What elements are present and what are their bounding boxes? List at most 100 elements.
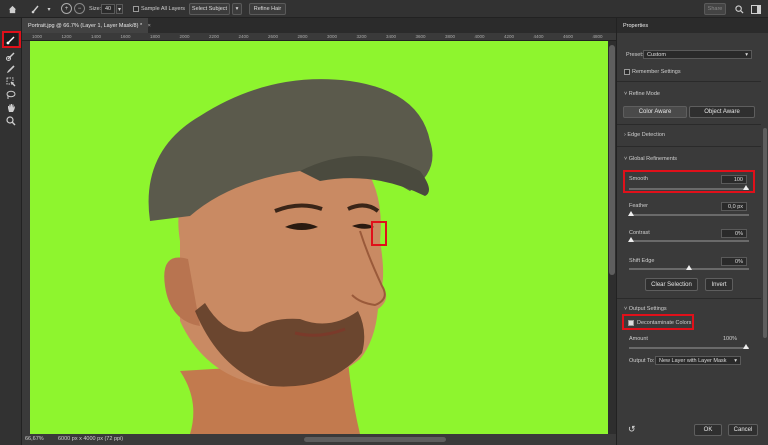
remember-settings-label: Remember Settings [632, 69, 681, 75]
document-tab-title: Portrait.jpg @ 66.7% (Layer 1, Layer Mas… [28, 23, 143, 29]
options-bar: ▾ + − Size: 40 ▾ Sample All Layers Selec… [0, 0, 768, 18]
ruler-tick-label: 4600 [563, 34, 574, 39]
chevron-down-icon: ▾ [745, 51, 748, 58]
preset-select[interactable]: Custom ▾ [643, 50, 752, 59]
document-tab[interactable]: Portrait.jpg @ 66.7% (Layer 1, Layer Mas… [22, 18, 151, 33]
shift-edge-input[interactable]: 0% [721, 257, 747, 266]
output-settings-header-label: Output Settings [628, 306, 667, 312]
scroll-thumb[interactable] [609, 45, 615, 275]
add-to-selection-icon[interactable]: + [61, 3, 72, 14]
edge-detection-header[interactable]: › Edge Detection [624, 132, 665, 138]
document-tab-bar: Portrait.jpg @ 66.7% (Layer 1, Layer Mas… [22, 18, 616, 33]
object-aware-button[interactable]: Object Aware [689, 106, 755, 118]
refine-mode-header-label: Refine Mode [628, 91, 660, 97]
horizontal-scroll-thumb[interactable] [304, 437, 446, 442]
chevron-down-icon: ▾ [734, 357, 737, 364]
vertical-scrollbar[interactable] [608, 41, 616, 434]
ok-button[interactable]: OK [694, 424, 722, 436]
output-to-value: New Layer with Layer Mask [659, 357, 727, 364]
feather-label: Feather [629, 203, 648, 209]
preset-value: Custom [647, 51, 666, 58]
tools-panel [0, 18, 22, 445]
reset-icon[interactable]: ↺ [628, 424, 638, 434]
size-label: Size: [89, 6, 102, 12]
contrast-slider[interactable] [629, 240, 749, 242]
ruler-tick-label: 3000 [327, 34, 338, 39]
ruler-tick-label: 3200 [356, 34, 367, 39]
properties-panel: Properties Preset: Custom ▾ Remember Set… [616, 18, 768, 445]
select-subject-button[interactable]: Select Subject [189, 3, 230, 15]
object-selection-icon[interactable] [4, 75, 18, 88]
ruler-tick-label: 1600 [120, 34, 131, 39]
output-to-select[interactable]: New Layer with Layer Mask ▾ [655, 356, 741, 365]
size-input[interactable]: 40 [101, 4, 115, 14]
ruler-tick-label: 2600 [268, 34, 279, 39]
refine-edge-brush-icon[interactable] [4, 49, 18, 62]
chevron-down-icon[interactable]: ▾ [46, 3, 52, 15]
clear-selection-button[interactable]: Clear Selection [645, 278, 698, 291]
properties-title[interactable]: Properties [623, 23, 648, 29]
properties-tab-bar: Properties [617, 18, 768, 33]
feather-input[interactable]: 0,0 px [721, 202, 747, 211]
zoom-tool-icon[interactable] [4, 114, 18, 127]
ruler-tick-label: 3800 [445, 34, 456, 39]
hand-tool-icon[interactable] [4, 101, 18, 114]
portrait-image [148, 79, 433, 434]
feather-slider[interactable] [629, 214, 749, 216]
ruler-tick-label: 2000 [179, 34, 190, 39]
preset-label: Preset: [626, 52, 644, 58]
section-divider [617, 124, 761, 125]
feather-slider-knob[interactable] [628, 211, 634, 216]
workspace-icon[interactable] [750, 3, 762, 15]
decontaminate-highlight-box [622, 314, 694, 330]
refine-hair-button[interactable]: Refine Hair [249, 3, 286, 15]
sample-all-layers-checkbox[interactable] [133, 6, 139, 12]
size-dropdown-icon[interactable]: ▾ [116, 4, 123, 14]
select-subject-dropdown-icon[interactable]: ▾ [232, 3, 242, 15]
brush-tool-icon[interactable] [4, 62, 18, 75]
close-tab-icon[interactable]: × [148, 23, 151, 29]
remember-settings-checkbox[interactable] [624, 69, 630, 75]
quick-selection-brush-icon[interactable] [28, 3, 44, 15]
amount-value[interactable]: 100% [723, 336, 737, 342]
zoom-level[interactable]: 66,67% [25, 436, 44, 442]
shift-edge-slider-knob[interactable] [686, 265, 692, 270]
ruler-tick-label: 2400 [238, 34, 249, 39]
ruler-tick-label: 3400 [386, 34, 397, 39]
refine-mode-header[interactable]: ˅ Refine Mode [624, 91, 660, 97]
ruler-tick-label: 4400 [533, 34, 544, 39]
search-icon[interactable] [734, 3, 744, 15]
output-to-label: Output To: [629, 358, 655, 364]
contrast-label: Contrast [629, 230, 650, 236]
ruler-tick-label: 2200 [209, 34, 220, 39]
global-refinements-header[interactable]: ˅ Global Refinements [624, 156, 677, 162]
global-refinements-header-label: Global Refinements [628, 156, 678, 162]
subtract-from-selection-icon[interactable]: − [74, 3, 85, 14]
ruler-tick-label: 4800 [592, 34, 603, 39]
status-bar: 66,67% 6000 px x 4000 px (72 ppi) [22, 434, 616, 445]
contrast-slider-knob[interactable] [628, 237, 634, 242]
ruler-tick-label: 3600 [415, 34, 426, 39]
panel-scrollbar[interactable] [763, 128, 767, 338]
nose-edge-highlight-box [371, 221, 387, 246]
invert-button[interactable]: Invert [705, 278, 733, 291]
home-icon[interactable] [6, 3, 18, 15]
cancel-button[interactable]: Cancel [728, 424, 758, 436]
sample-all-layers-label: Sample All Layers [141, 6, 186, 12]
ruler-tick-label: 4200 [504, 34, 515, 39]
doc-info: 6000 px x 4000 px (72 ppi) [58, 436, 124, 442]
contrast-input[interactable]: 0% [721, 229, 747, 238]
horizontal-ruler: 1000 1200 1400 1600 1800 2000 2200 2400 2600 2800… [22, 33, 616, 41]
lasso-tool-icon[interactable] [4, 88, 18, 101]
section-divider [617, 146, 761, 147]
ruler-tick-label: 2800 [297, 34, 308, 39]
amount-slider[interactable] [629, 347, 749, 349]
share-button[interactable]: Share [704, 3, 726, 15]
vertical-ruler [22, 41, 30, 434]
amount-slider-knob[interactable] [743, 344, 749, 349]
edge-detection-header-label: Edge Detection [627, 132, 665, 138]
shift-edge-label: Shift Edge [629, 258, 655, 264]
canvas[interactable] [30, 41, 608, 434]
color-aware-button[interactable]: Color Aware [623, 106, 687, 118]
output-settings-header[interactable]: ˅ Output Settings [624, 306, 667, 312]
